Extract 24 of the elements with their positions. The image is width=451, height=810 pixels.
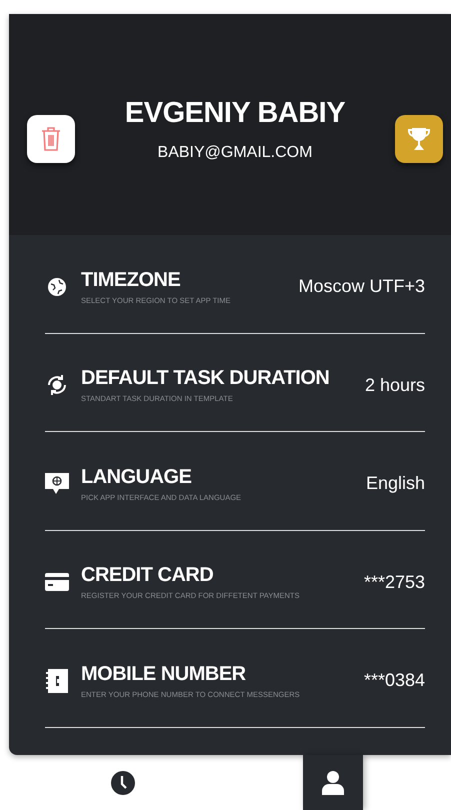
setting-title: TIMEZONE xyxy=(81,268,182,292)
trash-icon xyxy=(41,126,61,150)
profile-tab[interactable] xyxy=(303,755,363,810)
trophy-button[interactable] xyxy=(394,114,443,162)
clock-icon xyxy=(110,770,134,794)
setting-title: LANGUAGE xyxy=(81,466,192,489)
setting-title: CREDIT CARD xyxy=(81,564,214,588)
setting-title: MOBILE NUMBER xyxy=(81,662,247,686)
setting-value[interactable]: ***0384 xyxy=(364,670,425,692)
profile-email: BABIY@GMAIL.COM xyxy=(158,144,312,162)
user-icon xyxy=(322,770,344,794)
credit-card-icon xyxy=(45,573,69,592)
setting-value[interactable]: English xyxy=(366,473,425,494)
profile-name: EVGENIY BABIY xyxy=(124,97,346,130)
delete-button[interactable] xyxy=(27,114,75,162)
chat-globe-icon xyxy=(45,472,69,495)
globe-icon xyxy=(45,276,69,297)
phone-book-icon xyxy=(45,668,69,693)
setting-value[interactable]: Moscow UTF+3 xyxy=(298,276,425,298)
setting-value[interactable]: ***2753 xyxy=(364,572,425,593)
setting-title: DEFAULT TASK DURATION xyxy=(81,367,330,390)
trophy-icon xyxy=(406,126,431,150)
sync-icon xyxy=(45,373,69,398)
setting-value[interactable]: 2 hours xyxy=(364,374,425,396)
